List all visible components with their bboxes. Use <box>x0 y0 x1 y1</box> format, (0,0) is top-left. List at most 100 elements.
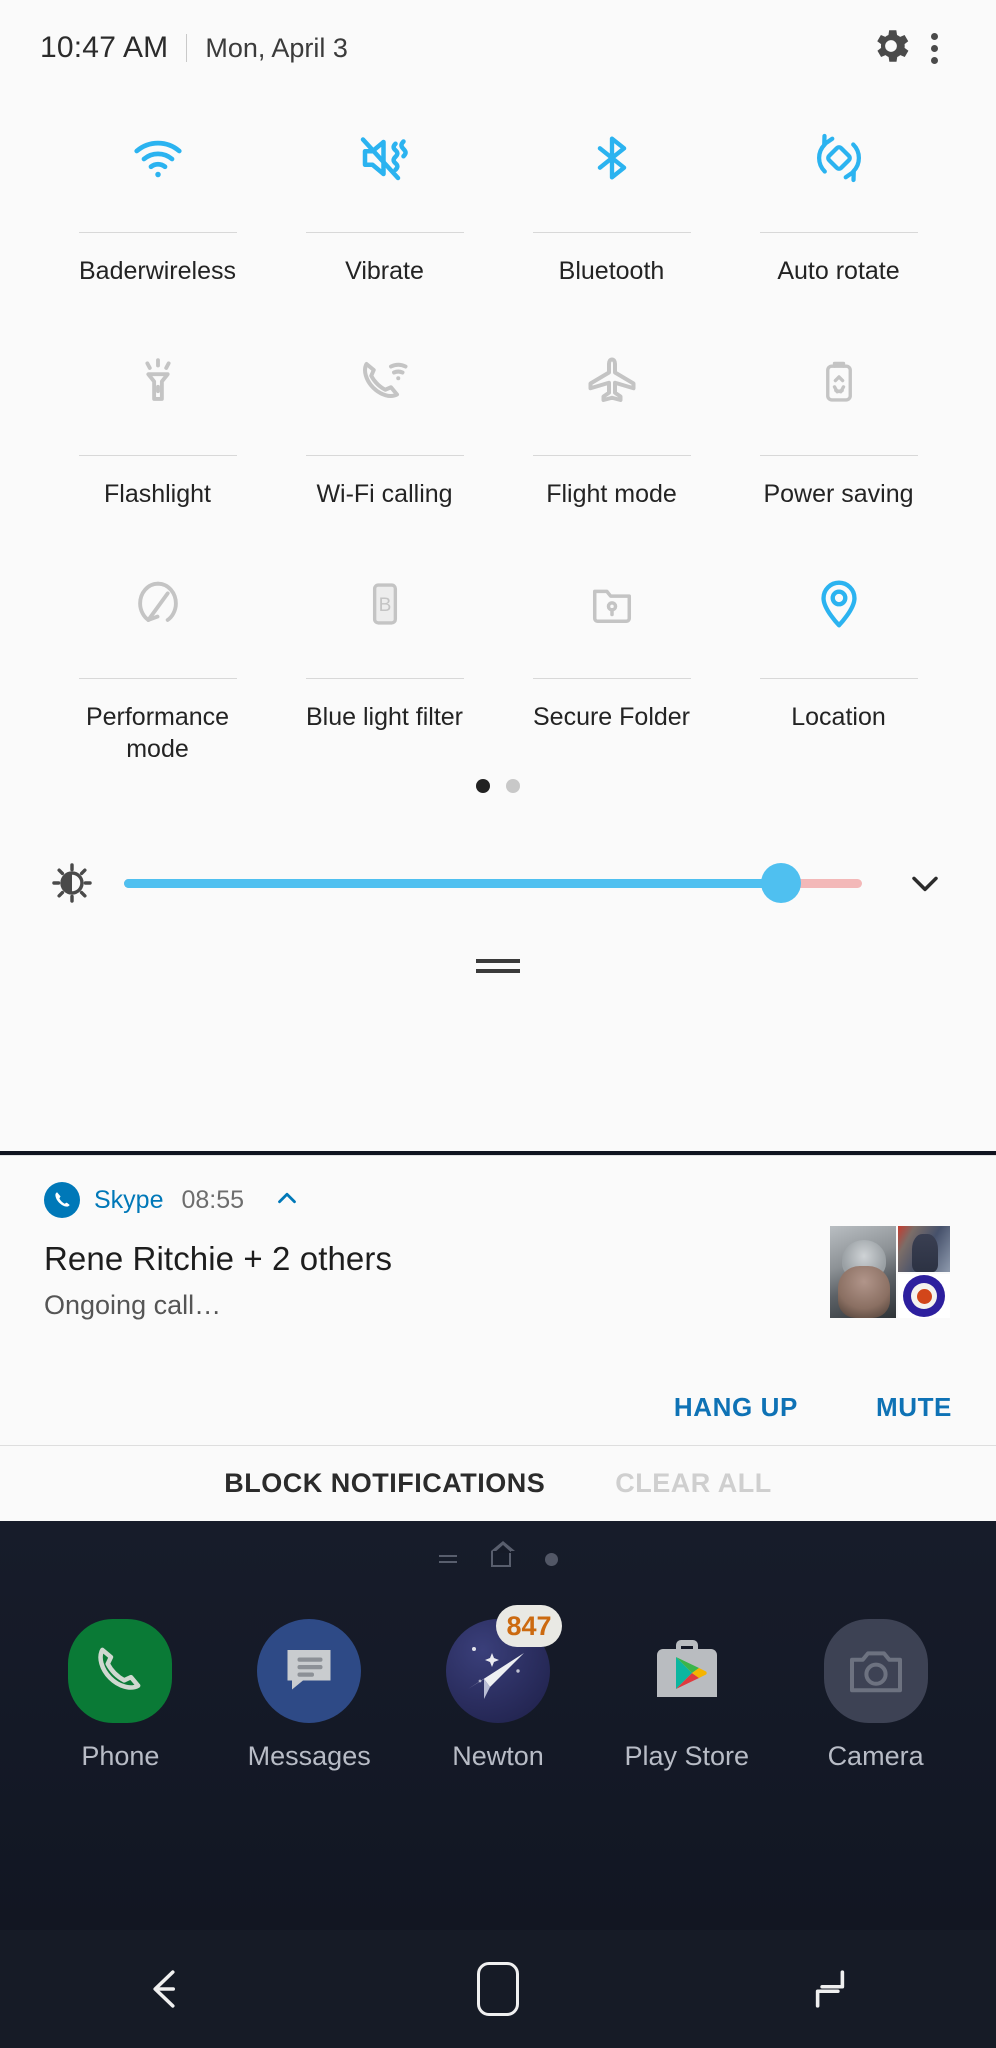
phone-icon <box>68 1619 173 1723</box>
battery-saver-icon <box>812 333 866 429</box>
tile-label: Flight mode <box>546 480 677 508</box>
status-separator <box>186 34 188 62</box>
notification-app-name: Skype <box>94 1185 164 1214</box>
tile-divider <box>78 455 237 456</box>
brightness-slider[interactable] <box>124 863 862 903</box>
page-dot-active <box>476 779 490 793</box>
app-messages[interactable]: Messages <box>225 1619 393 1772</box>
more-vertical-icon[interactable] <box>913 25 956 72</box>
app-play-store[interactable]: Play Store <box>603 1619 771 1772</box>
tile-row: Flashlight Wi-Fi calling Flight mode Pow… <box>44 319 952 542</box>
tile-label: Blue light filter <box>305 703 464 731</box>
tile-wifi[interactable]: Baderwireless <box>44 96 271 319</box>
app-camera[interactable]: Camera <box>792 1619 960 1772</box>
badge-count: 847 <box>495 1605 562 1647</box>
block-notifications-button[interactable]: BLOCK NOTIFICATIONS <box>224 1468 545 1499</box>
vibrate-icon <box>355 110 415 206</box>
app-label: Messages <box>247 1741 371 1771</box>
tile-label: Power saving <box>763 480 914 508</box>
notification-body: Ongoing call… <box>44 1290 222 1320</box>
status-date: Mon, April 3 <box>205 32 348 63</box>
home-page-icon <box>490 1541 515 1567</box>
tile-wifi-calling[interactable]: Wi-Fi calling <box>271 319 498 542</box>
tile-divider <box>759 678 918 679</box>
tile-label: Secure Folder <box>532 703 691 731</box>
avatar <box>830 1226 896 1318</box>
tile-label: Flashlight <box>104 480 211 508</box>
tile-bluetooth[interactable]: Bluetooth <box>498 96 725 319</box>
blue-light-filter-icon: B <box>358 556 412 652</box>
home-indicators <box>0 1521 996 1567</box>
tile-label: Wi-Fi calling <box>316 480 453 508</box>
tile-blue-light-filter[interactable]: B Blue light filter <box>271 542 498 765</box>
tile-flashlight[interactable]: Flashlight <box>44 319 271 542</box>
handle-line <box>476 959 520 963</box>
slider-fill <box>124 878 781 888</box>
tile-label: Baderwireless <box>78 257 236 285</box>
notification-skype[interactable]: Skype 08:55 Rene Ritchie + 2 others Ongo… <box>0 1155 996 1445</box>
tile-label: Bluetooth <box>558 257 665 285</box>
tile-power-saving[interactable]: Power saving <box>725 319 952 542</box>
tile-secure-folder[interactable]: Secure Folder <box>498 542 725 765</box>
notification-title: Rene Ritchie + 2 others <box>44 1240 393 1277</box>
tile-location[interactable]: Location <box>725 542 952 765</box>
newton-mail-icon: 847 <box>445 1605 562 1723</box>
svg-text:B: B <box>378 595 391 616</box>
hang-up-button[interactable]: HANG UP <box>674 1392 798 1423</box>
tile-vibrate[interactable]: Vibrate <box>271 96 498 319</box>
app-newton[interactable]: 847 Newton <box>414 1605 582 1772</box>
tile-flight-mode[interactable]: Flight mode <box>498 319 725 542</box>
tile-divider <box>532 678 691 679</box>
app-dock: Phone Messages 847 Newton Play Store Cam… <box>0 1567 996 1772</box>
wifi-icon <box>128 110 188 206</box>
page-indicator[interactable] <box>0 779 996 793</box>
panel-drag-handle[interactable] <box>0 959 996 973</box>
home-shape <box>477 1962 519 2016</box>
app-phone[interactable]: Phone <box>36 1619 204 1772</box>
wifi-calling-icon <box>355 333 415 429</box>
back-icon[interactable] <box>96 1930 236 2048</box>
dot <box>931 32 938 40</box>
tile-row: Baderwireless Vibrate Bluetooth Auto rot… <box>44 96 952 319</box>
tile-label: Auto rotate <box>777 257 900 285</box>
dot <box>931 44 938 52</box>
chevron-down-icon[interactable] <box>898 861 952 905</box>
tile-row: Performance mode B Blue light filter Sec… <box>44 542 952 765</box>
airplane-icon <box>582 333 642 429</box>
notification-avatars <box>830 1226 950 1318</box>
brightness-row <box>0 837 996 929</box>
tile-divider <box>759 455 918 456</box>
tile-label: Vibrate <box>345 257 424 285</box>
tile-label: Location <box>791 703 886 731</box>
phone-screen: 10:47 AM Mon, April 3 Baderwireless Vibr… <box>0 0 996 2048</box>
chevron-up-icon[interactable] <box>272 1183 302 1218</box>
app-label: Camera <box>827 1741 924 1771</box>
camera-icon <box>823 1619 928 1723</box>
menu-lines-icon <box>438 1555 457 1563</box>
play-store-icon <box>635 1619 739 1723</box>
brightness-icon <box>44 860 100 906</box>
notification-actions: HANG UP MUTE <box>674 1392 952 1423</box>
slider-thumb[interactable] <box>760 863 801 903</box>
avatar <box>898 1274 950 1318</box>
recents-icon[interactable] <box>760 1930 900 2048</box>
quick-settings-tiles: Baderwireless Vibrate Bluetooth Auto rot… <box>0 96 996 765</box>
auto-rotate-icon <box>809 110 869 206</box>
location-pin-icon <box>810 556 868 652</box>
tile-performance-mode[interactable]: Performance mode <box>44 542 271 765</box>
tile-divider <box>305 678 464 679</box>
tile-auto-rotate[interactable]: Auto rotate <box>725 96 952 319</box>
speedometer-icon <box>129 556 187 652</box>
notification-header: Skype 08:55 <box>44 1182 952 1218</box>
home-icon[interactable] <box>428 1930 568 2048</box>
app-label: Play Store <box>624 1741 750 1771</box>
messages-icon <box>257 1619 362 1723</box>
status-clock: 10:47 AM <box>40 31 169 64</box>
clear-all-button[interactable]: CLEAR ALL <box>615 1468 771 1499</box>
handle-line <box>476 969 520 973</box>
mute-button[interactable]: MUTE <box>876 1392 952 1423</box>
tile-divider <box>78 232 237 233</box>
tile-divider <box>305 455 464 456</box>
tile-divider <box>759 232 918 233</box>
gear-icon[interactable] <box>869 24 913 73</box>
